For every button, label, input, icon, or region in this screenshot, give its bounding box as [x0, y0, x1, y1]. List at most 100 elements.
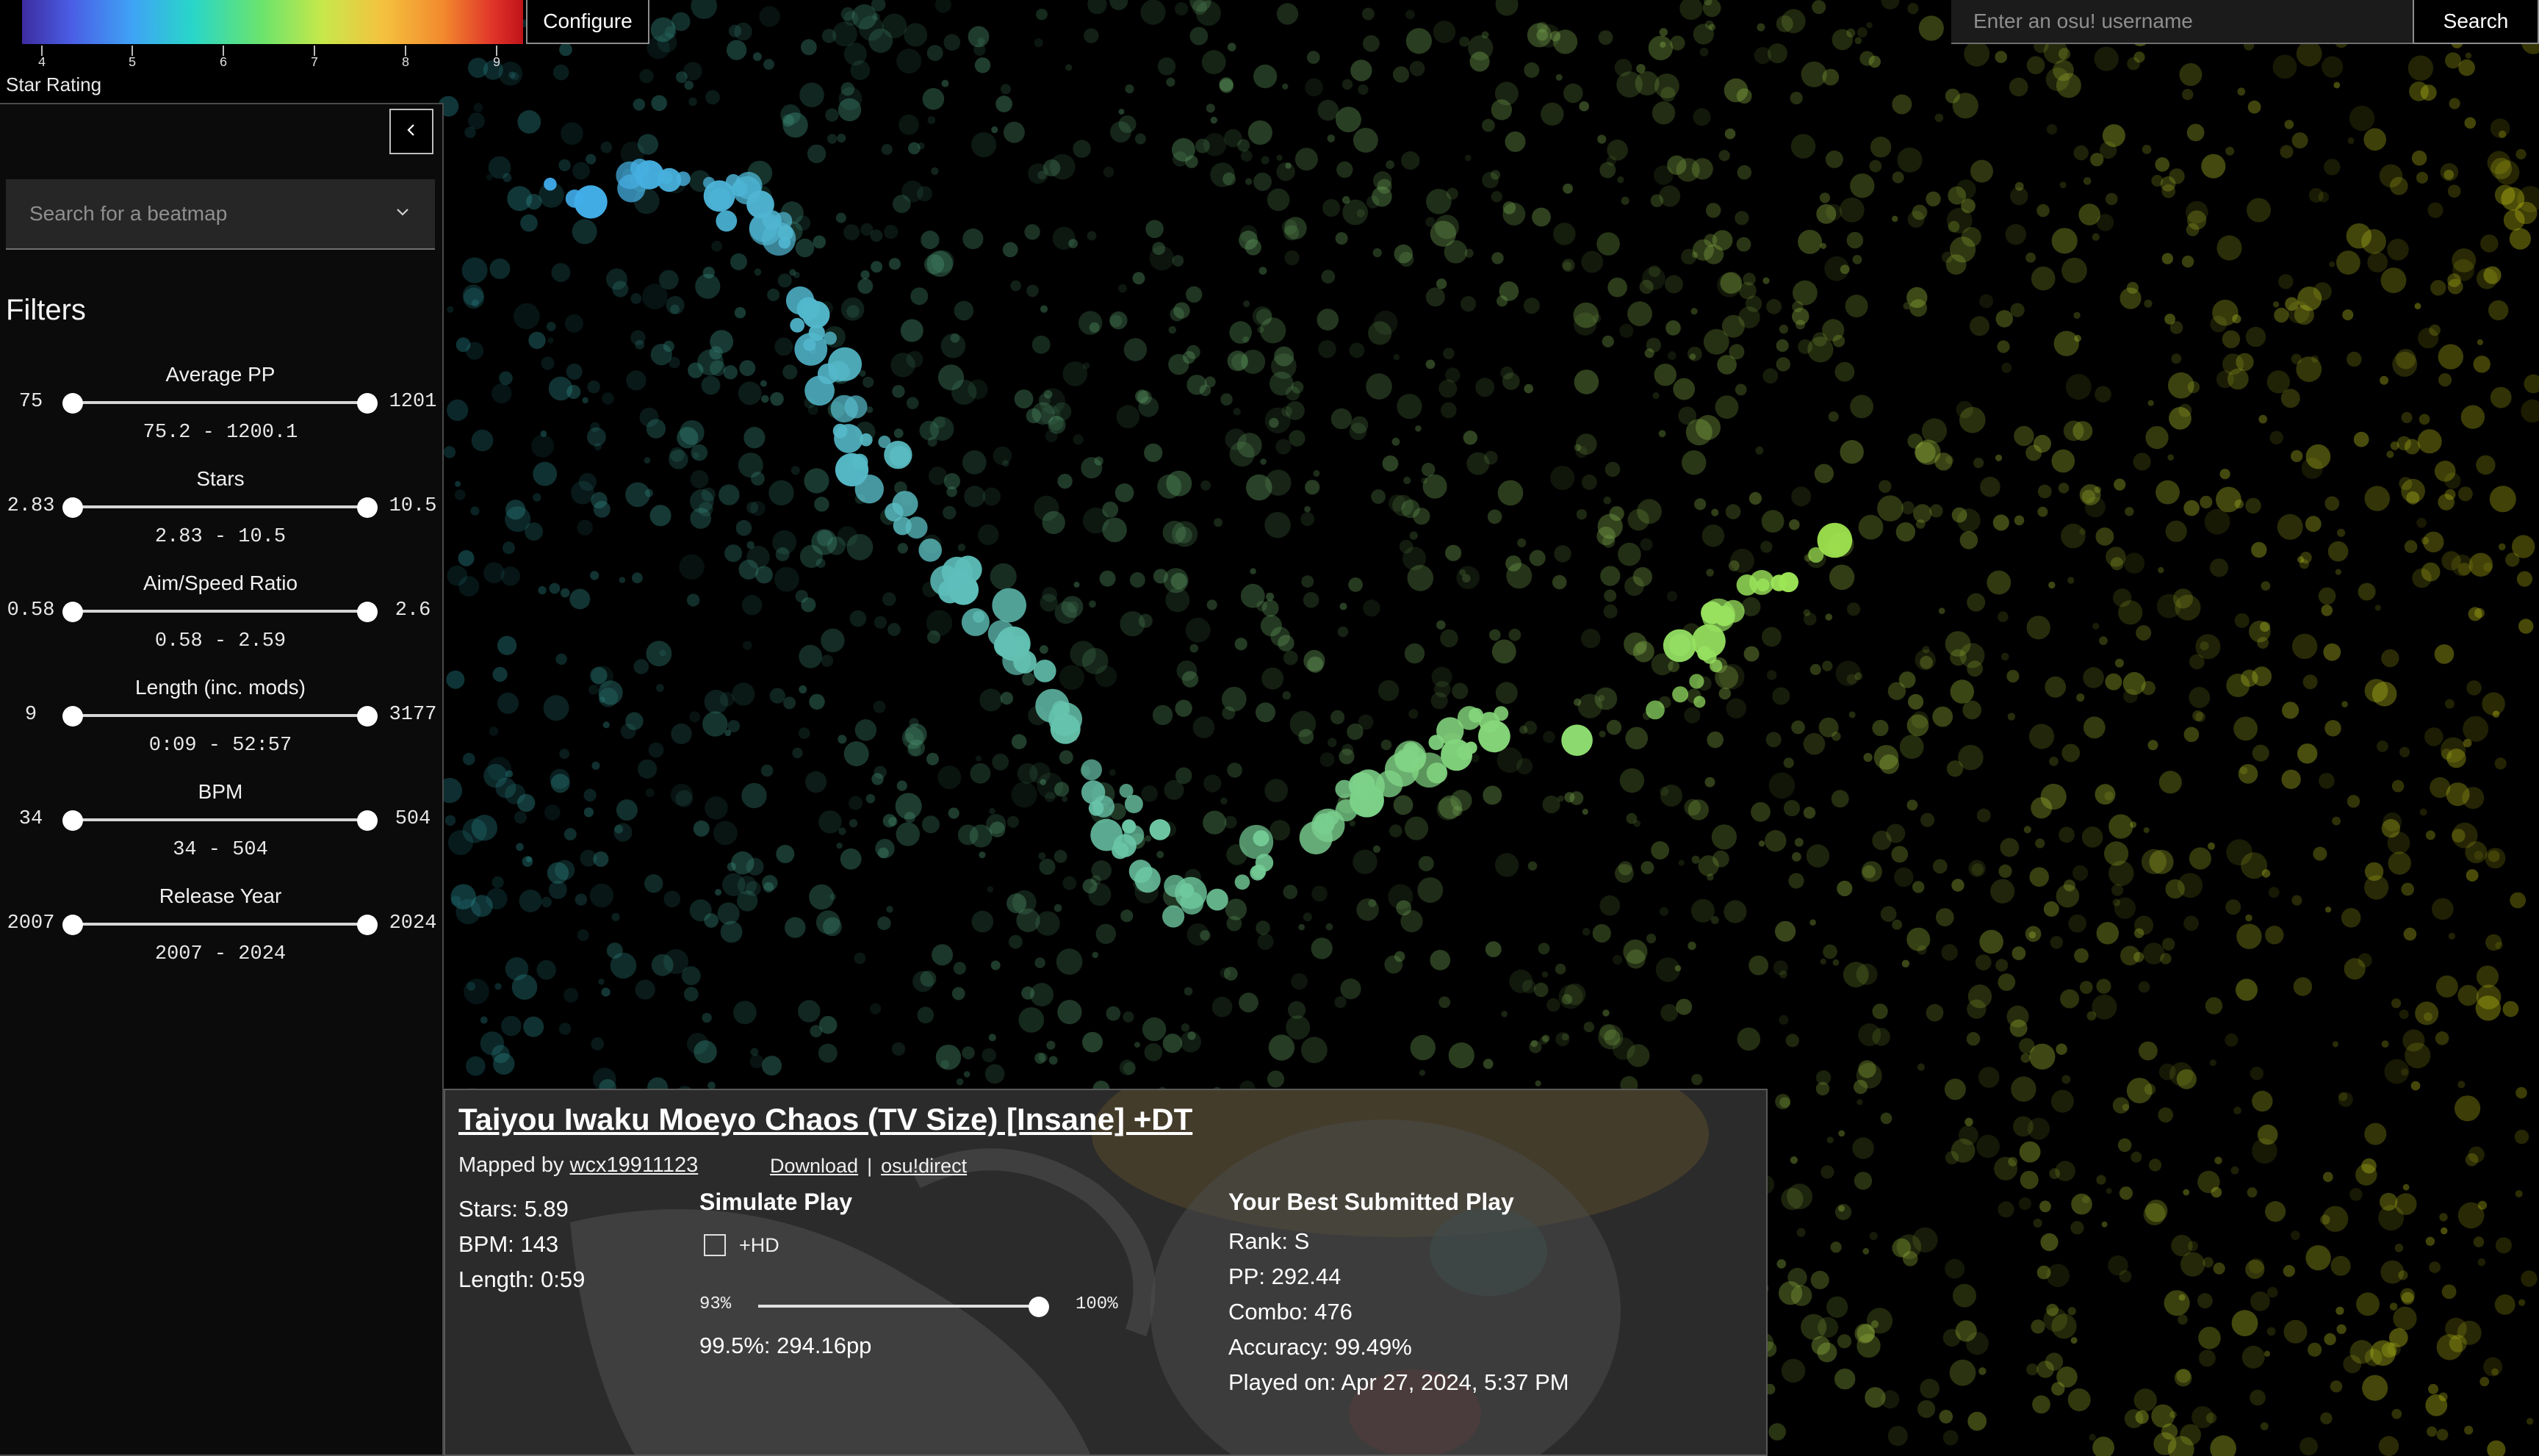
configure-button[interactable]: Configure — [526, 0, 649, 44]
beatmap-dot — [732, 682, 755, 706]
accuracy-slider-track[interactable] — [758, 1305, 1037, 1308]
highlighted-beatmap-dot — [1050, 713, 1081, 744]
filter-max-handle[interactable] — [357, 497, 378, 518]
beatmap-dot — [727, 862, 736, 871]
beatmap-dot — [517, 793, 536, 812]
filter-slider-track[interactable] — [72, 714, 366, 717]
beatmap-dot — [1854, 1080, 1868, 1095]
beatmap-dot — [1917, 1063, 1925, 1071]
beatmap-dot — [2455, 1095, 2481, 1122]
highlighted-beatmap-dot — [1402, 742, 1420, 759]
filter-max-handle[interactable] — [357, 706, 378, 727]
beatmap-dot — [799, 644, 823, 668]
mapper-link[interactable]: wcx19911123 — [570, 1153, 699, 1177]
filter-min-handle[interactable] — [62, 706, 83, 727]
beatmap-dot — [1116, 405, 1140, 428]
beatmap-dot — [2133, 928, 2144, 939]
beatmap-dot — [1980, 477, 2000, 497]
osu-direct-link[interactable]: osu!direct — [881, 1155, 967, 1177]
beatmap-dot — [2216, 486, 2241, 513]
beatmap-dot — [1481, 31, 1489, 39]
beatmap-dot — [943, 505, 957, 520]
filter-min-handle[interactable] — [62, 602, 83, 622]
beatmap-dot — [1298, 729, 1314, 745]
beatmap-dot — [1866, 22, 1873, 29]
beatmap-dot — [1491, 170, 1501, 180]
beatmap-dot — [1506, 563, 1533, 589]
beatmap-dot — [1220, 967, 1231, 979]
beatmap-dot — [1852, 1137, 1874, 1159]
beatmap-dot — [1776, 15, 1793, 32]
filter-max-handle[interactable] — [357, 602, 378, 622]
highlighted-beatmap-dot — [565, 190, 584, 208]
beatmap-dot — [494, 983, 502, 990]
filter-slider-track[interactable] — [72, 401, 366, 404]
beatmap-dot — [2479, 1377, 2490, 1387]
beatmap-dot — [2277, 513, 2303, 540]
beatmap-dot — [1688, 941, 1696, 951]
search-button[interactable]: Search — [2413, 0, 2539, 44]
filter-range-text: 75.2 - 1200.1 — [143, 422, 298, 444]
filter-min-handle[interactable] — [62, 915, 83, 935]
highlighted-beatmap-dot — [808, 324, 825, 342]
beatmap-dot — [1832, 959, 1840, 966]
filter-max-handle[interactable] — [357, 810, 378, 831]
beatmap-dot — [1823, 944, 1837, 959]
filter-min-handle[interactable] — [62, 810, 83, 831]
beatmap-title-link[interactable]: Taiyou Iwaku Moeyo Chaos (TV Size) [Insa… — [458, 1102, 1192, 1137]
filter-slider-track[interactable] — [72, 505, 366, 508]
beatmap-dot — [1034, 38, 1043, 48]
beatmap-dot — [2189, 847, 2211, 870]
download-link[interactable]: Download — [770, 1155, 858, 1177]
hd-checkbox-label[interactable]: +HD — [739, 1234, 779, 1257]
beatmap-dot — [2028, 1117, 2050, 1140]
beatmap-dot — [1508, 628, 1521, 641]
beatmap-dot — [2011, 1076, 2036, 1102]
beatmap-dot — [941, 79, 949, 87]
beatmap-dot — [1054, 782, 1070, 797]
beatmap-dot — [840, 848, 862, 870]
beatmap-dot — [1998, 864, 2012, 878]
beatmap-dot — [2083, 177, 2092, 185]
collapse-sidebar-button[interactable] — [389, 109, 433, 154]
best-played-on: Played on: Apr 27, 2024, 5:37 PM — [1228, 1369, 1569, 1395]
beatmap-search-dropdown[interactable]: Search for a beatmap — [6, 179, 435, 250]
beatmap-dot — [1990, 879, 2015, 904]
beatmap-dot — [2464, 117, 2477, 129]
filter-slider-track[interactable] — [72, 610, 366, 613]
filter-max-handle[interactable] — [357, 393, 378, 414]
beatmap-dot — [2321, 605, 2333, 616]
filter-slider-track[interactable] — [72, 818, 366, 821]
beatmap-dot — [1088, 883, 1112, 907]
filter-min-handle[interactable] — [62, 393, 83, 414]
beatmap-dot — [602, 392, 614, 405]
beatmap-dot — [2389, 1302, 2398, 1311]
beatmap-dot — [819, 1016, 838, 1034]
filter-slider-track[interactable] — [72, 923, 366, 926]
beatmap-dot — [2133, 951, 2144, 962]
beatmap-dot — [2487, 1440, 2506, 1456]
beatmap-dot — [1582, 808, 1588, 815]
beatmap-dot — [2029, 867, 2049, 887]
beatmap-dot — [929, 417, 954, 442]
beatmap-dot — [1563, 183, 1574, 194]
beatmap-dot — [1313, 469, 1320, 477]
accuracy-slider-handle[interactable] — [1029, 1297, 1049, 1317]
filter-min-handle[interactable] — [62, 497, 83, 518]
beatmap-dot — [1619, 768, 1645, 793]
filter-max-handle[interactable] — [357, 915, 378, 935]
beatmap-dot — [738, 453, 763, 478]
beatmap-dot — [1311, 885, 1328, 902]
beatmap-dot — [1282, 691, 1292, 700]
beatmap-dot — [2158, 1063, 2176, 1081]
beatmap-dot — [1798, 229, 1823, 254]
hd-checkbox[interactable] — [704, 1234, 726, 1256]
beatmap-dot — [1818, 1316, 1839, 1338]
beatmap-dot — [837, 526, 858, 547]
legend-tick — [496, 46, 497, 56]
beatmap-dot — [2236, 353, 2254, 371]
username-input[interactable] — [1951, 0, 2413, 44]
beatmap-dot — [901, 180, 923, 203]
beatmap-dot — [870, 1003, 882, 1014]
beatmap-dot — [1489, 629, 1501, 641]
